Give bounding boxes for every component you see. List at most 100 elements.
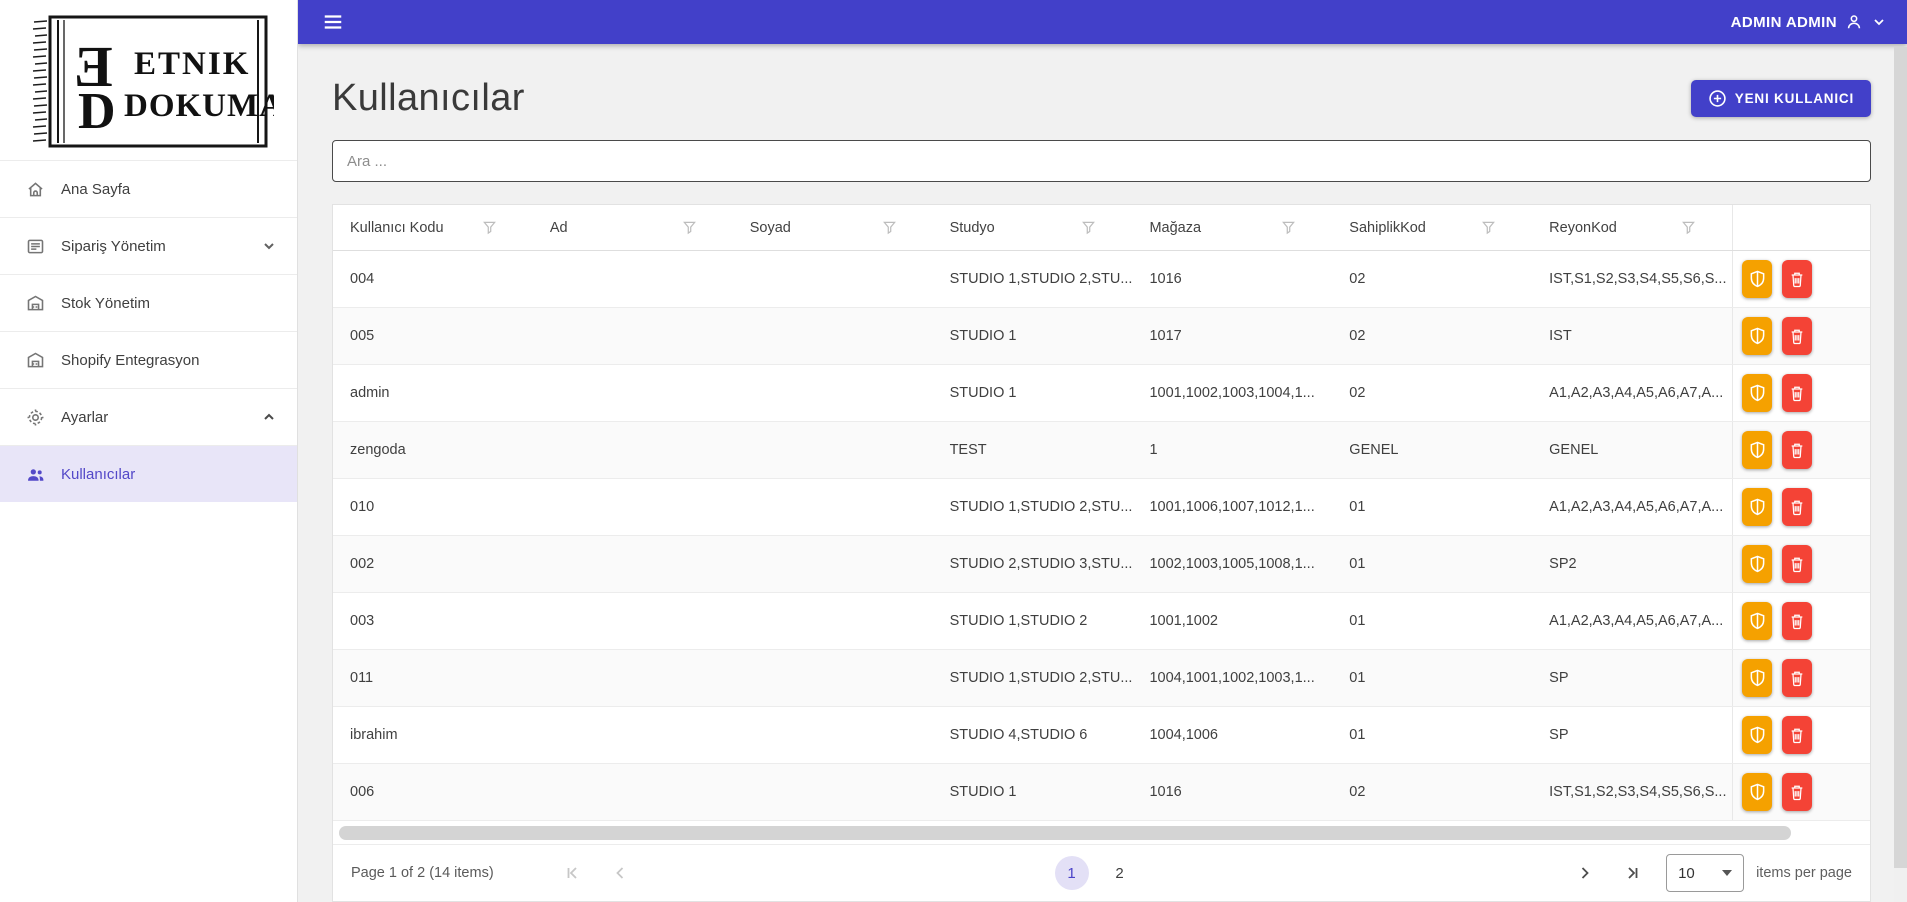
page-number-list: 1 2 xyxy=(637,856,1554,890)
cell-kullanici-kodu: 011 xyxy=(350,670,374,686)
cell-soyad xyxy=(733,707,933,763)
sidebar-item-stok-yonetim[interactable]: Stok Yönetim xyxy=(0,274,297,331)
cell-sahiplikkod: 01 xyxy=(1349,670,1366,686)
page-size-select[interactable]: 10 xyxy=(1666,854,1745,892)
warehouse-icon xyxy=(24,349,46,371)
cell-soyad xyxy=(733,764,933,820)
delete-button[interactable] xyxy=(1782,716,1813,754)
cell-kullanici-kodu: 003 xyxy=(350,613,375,629)
delete-button[interactable] xyxy=(1782,317,1813,355)
row-actions xyxy=(1732,707,1870,763)
svg-text:D: D xyxy=(78,83,116,140)
delete-button[interactable] xyxy=(1782,374,1813,412)
cell-kullanici-kodu: 005 xyxy=(350,328,375,344)
items-per-page-label: items per page xyxy=(1756,865,1852,881)
permissions-button[interactable] xyxy=(1742,545,1773,583)
next-page-button[interactable] xyxy=(1568,856,1602,890)
permissions-button[interactable] xyxy=(1742,602,1773,640)
delete-button[interactable] xyxy=(1782,773,1813,811)
delete-button[interactable] xyxy=(1782,431,1813,469)
filter-icon[interactable] xyxy=(1479,217,1498,238)
cell-studyo: STUDIO 1 xyxy=(949,328,1017,344)
cell-reyonkod: IST xyxy=(1549,328,1572,344)
cell-studyo: STUDIO 1 xyxy=(949,784,1017,800)
cell-ad xyxy=(533,593,733,649)
first-page-button[interactable] xyxy=(555,856,589,890)
sidebar-item-shopify-entegrasyon[interactable]: Shopify Entegrasyon xyxy=(0,331,297,388)
page-number-2[interactable]: 2 xyxy=(1103,856,1137,890)
cell-ad xyxy=(533,422,733,478)
row-actions xyxy=(1732,422,1870,478)
horizontal-scrollbar xyxy=(339,826,1862,840)
sidebar-item-ana-sayfa[interactable]: Ana Sayfa xyxy=(0,160,297,217)
table-row: 011 STUDIO 1,STUDIO 2,STU... 1004,1001,1… xyxy=(333,650,1870,707)
cell-reyonkod: SP2 xyxy=(1549,556,1577,572)
table-row: 004 STUDIO 1,STUDIO 2,STU... 1016 02 IST… xyxy=(333,251,1870,308)
permissions-button[interactable] xyxy=(1742,773,1773,811)
svg-text:DOKUMA: DOKUMA xyxy=(124,88,274,124)
user-menu[interactable]: ADMIN ADMIN xyxy=(1731,12,1887,32)
table-row: 006 STUDIO 1 1016 02 IST,S1,S2,S3,S4,S5,… xyxy=(333,764,1870,821)
page-title: Kullanıcılar xyxy=(332,76,525,119)
permissions-button[interactable] xyxy=(1742,716,1773,754)
delete-button[interactable] xyxy=(1782,488,1813,526)
permissions-button[interactable] xyxy=(1742,431,1773,469)
cell-ad xyxy=(533,251,733,307)
svg-text:ETNIK: ETNIK xyxy=(134,46,250,82)
previous-page-button[interactable] xyxy=(603,856,637,890)
permissions-button[interactable] xyxy=(1742,260,1773,298)
permissions-button[interactable] xyxy=(1742,659,1773,697)
cell-magaza: 1004,1001,1002,1003,1... xyxy=(1149,670,1315,686)
cell-soyad xyxy=(733,479,933,535)
cell-soyad xyxy=(733,365,933,421)
hamburger-menu-button[interactable] xyxy=(318,7,348,37)
cell-kullanici-kodu: admin xyxy=(350,385,390,401)
row-actions xyxy=(1732,479,1870,535)
filter-icon[interactable] xyxy=(680,217,699,238)
delete-button[interactable] xyxy=(1782,260,1813,298)
page-number-1[interactable]: 1 xyxy=(1054,856,1089,890)
sidebar-item-kullanicilar[interactable]: Kullanıcılar xyxy=(0,445,297,502)
delete-button[interactable] xyxy=(1782,602,1813,640)
row-actions xyxy=(1732,593,1870,649)
trash-icon xyxy=(1791,557,1803,573)
trash-icon xyxy=(1791,329,1803,345)
sidebar-item-siparis-yonetim[interactable]: Sipariş Yönetim xyxy=(0,217,297,274)
vertical-scrollbar-thumb[interactable] xyxy=(1894,47,1907,868)
table-row: 005 STUDIO 1 1017 02 IST xyxy=(333,308,1870,365)
sidebar-item-label: Ana Sayfa xyxy=(61,180,131,198)
cell-studyo: STUDIO 1,STUDIO 2 xyxy=(949,613,1088,629)
shield-icon xyxy=(1750,327,1764,345)
sidebar-item-label: Shopify Entegrasyon xyxy=(61,351,200,369)
cell-soyad xyxy=(733,593,933,649)
home-icon xyxy=(24,178,46,200)
cell-magaza: 1004,1006 xyxy=(1149,727,1218,743)
delete-button[interactable] xyxy=(1782,545,1813,583)
person-icon xyxy=(1844,12,1864,32)
cell-sahiplikkod: GENEL xyxy=(1349,442,1399,458)
search-input[interactable] xyxy=(332,140,1871,182)
topbar: ADMIN ADMIN xyxy=(298,0,1907,44)
cell-studyo: STUDIO 4,STUDIO 6 xyxy=(949,727,1088,743)
sidebar-item-ayarlar[interactable]: Ayarlar xyxy=(0,388,297,445)
filter-icon[interactable] xyxy=(1279,217,1298,238)
shield-icon xyxy=(1750,612,1764,630)
new-user-button[interactable]: YENI KULLANICI xyxy=(1690,79,1871,117)
cell-studyo: STUDIO 1 xyxy=(949,385,1017,401)
permissions-button[interactable] xyxy=(1742,488,1773,526)
filter-icon[interactable] xyxy=(1079,217,1098,238)
permissions-button[interactable] xyxy=(1742,374,1773,412)
etnik-dokuma-logo-image: Ǝ D ETNIK DOKUMA xyxy=(32,15,274,148)
row-actions xyxy=(1732,251,1870,307)
permissions-button[interactable] xyxy=(1742,317,1773,355)
cell-reyonkod: SP xyxy=(1549,670,1569,686)
last-page-button[interactable] xyxy=(1616,856,1650,890)
vertical-scrollbar xyxy=(1894,47,1907,902)
delete-button[interactable] xyxy=(1782,659,1813,697)
filter-icon[interactable] xyxy=(480,217,499,238)
filter-icon[interactable] xyxy=(880,217,899,238)
horizontal-scrollbar-thumb[interactable] xyxy=(339,826,1791,840)
cell-reyonkod: A1,A2,A3,A4,A5,A6,A7,A... xyxy=(1549,499,1724,515)
cell-sahiplikkod: 01 xyxy=(1349,499,1366,515)
filter-icon[interactable] xyxy=(1679,217,1698,238)
